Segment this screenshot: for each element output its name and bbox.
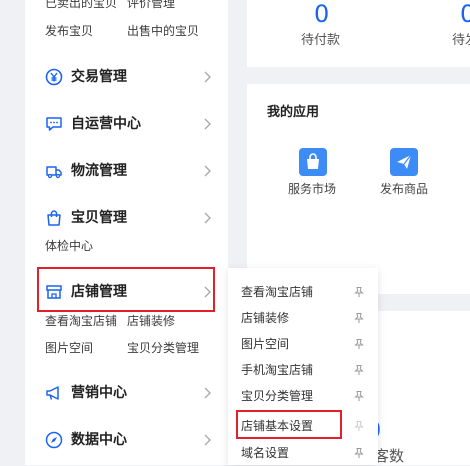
sidebar-item-logistics[interactable]: 物流管理 [25,152,228,192]
chevron-right-icon [202,164,212,178]
pending-payment-label: 待付款 [301,33,341,48]
flyout-item-mobile-shop[interactable]: 手机淘宝店铺 [228,357,378,383]
quick-link-publish[interactable]: 发布宝贝 [45,24,93,38]
pending-ship-label: 待发 [452,33,470,48]
quick-link-on-sale[interactable]: 出售中的宝贝 [127,24,199,38]
sidebar-item-data[interactable]: 数据中心 [25,421,228,461]
sidebar-item-label: 宝贝管理 [71,210,127,226]
chevron-right-icon [202,211,212,225]
pin-icon[interactable] [353,286,365,298]
truck-icon [45,162,63,180]
chevron-right-icon [202,285,212,299]
shop-management-flyout: 查看淘宝店铺 店铺装修 图片空间 手机淘宝店铺 宝贝分类管理 店铺基本设置 域名… [228,268,378,465]
flyout-item-category[interactable]: 宝贝分类管理 [228,383,378,409]
sidebar-item-label: 店铺管理 [71,284,127,300]
quick-link-category[interactable]: 宝贝分类管理 [127,341,199,355]
sidebar-item-label: 自运营中心 [71,116,141,132]
pin-icon[interactable] [353,447,365,459]
chevron-right-icon [202,386,212,400]
quick-link-view-shop[interactable]: 查看淘宝店铺 [45,314,117,328]
flyout-item-label: 店铺装修 [241,311,290,325]
sidebar-item-label: 物流管理 [71,163,127,179]
pin-icon[interactable] [353,312,365,324]
flyout-item-label: 图片空间 [241,337,290,351]
flyout-item-view-shop[interactable]: 查看淘宝店铺 [228,279,378,305]
quick-link-image-space[interactable]: 图片空间 [45,341,93,355]
chevron-right-icon [202,433,212,447]
sidebar-item-label: 交易管理 [71,69,127,85]
yen-circle-icon [45,68,63,86]
compass-icon [45,431,63,449]
app-label: 服务市场 [288,182,337,196]
order-stats-card: 0 待付款 0 待发 [247,0,470,67]
sidebar-item-goods[interactable]: 宝贝管理 [25,199,228,239]
store-icon [45,283,63,301]
flyout-item-label: 店铺基本设置 [241,419,314,433]
paper-plane-icon [390,148,418,176]
flyout-item-image-space[interactable]: 图片空间 [228,331,378,357]
quick-link-check-center[interactable]: 体检中心 [45,239,93,253]
sidebar-item-shop[interactable]: 店铺管理 [25,273,228,313]
service-market-app[interactable] [299,148,327,176]
flyout-item-decoration[interactable]: 店铺装修 [228,305,378,331]
quick-link-sold-items[interactable]: 已卖出的宝贝 [45,0,117,10]
chevron-right-icon [202,117,212,131]
pending-ship-count[interactable]: 0 [460,2,470,26]
sidebar-item-marketing[interactable]: 营销中心 [25,374,228,414]
sidebar: 已卖出的宝贝 评价管理 发布宝贝 出售中的宝贝 交易管理 自运营中心 物流管理 … [25,0,228,465]
bag-icon [45,209,63,227]
chevron-right-icon [202,70,212,84]
my-apps-card: 我的应用 服务市场 发布商品 [247,84,470,294]
app-label: 发布商品 [380,182,429,196]
sidebar-item-label: 营销中心 [71,385,127,401]
flyout-item-basic-settings[interactable]: 店铺基本设置 [228,413,378,439]
sidebar-item-label: 数据中心 [71,432,127,448]
pending-payment-count[interactable]: 0 [314,2,329,26]
customer-count-label: 客数 [374,447,405,465]
pin-icon[interactable] [353,420,365,432]
megaphone-icon [45,384,63,402]
flyout-item-label: 宝贝分类管理 [241,389,314,403]
flyout-item-label: 域名设置 [241,446,290,460]
publish-goods-app[interactable] [390,148,418,176]
pin-icon[interactable] [353,338,365,350]
my-apps-title: 我的应用 [267,105,320,120]
flyout-item-label: 查看淘宝店铺 [241,285,314,299]
pin-icon[interactable] [353,364,365,376]
quick-link-reviews[interactable]: 评价管理 [127,0,175,10]
quick-link-decoration[interactable]: 店铺装修 [127,314,175,328]
pin-icon[interactable] [353,390,365,402]
sidebar-item-self-operation[interactable]: 自运营中心 [25,105,228,145]
flyout-item-label: 手机淘宝店铺 [241,363,314,377]
chat-bubble-icon [45,115,63,133]
sidebar-item-trade[interactable]: 交易管理 [25,58,228,98]
flyout-item-domain[interactable]: 域名设置 [228,440,378,466]
shopping-bag-icon [299,148,327,176]
